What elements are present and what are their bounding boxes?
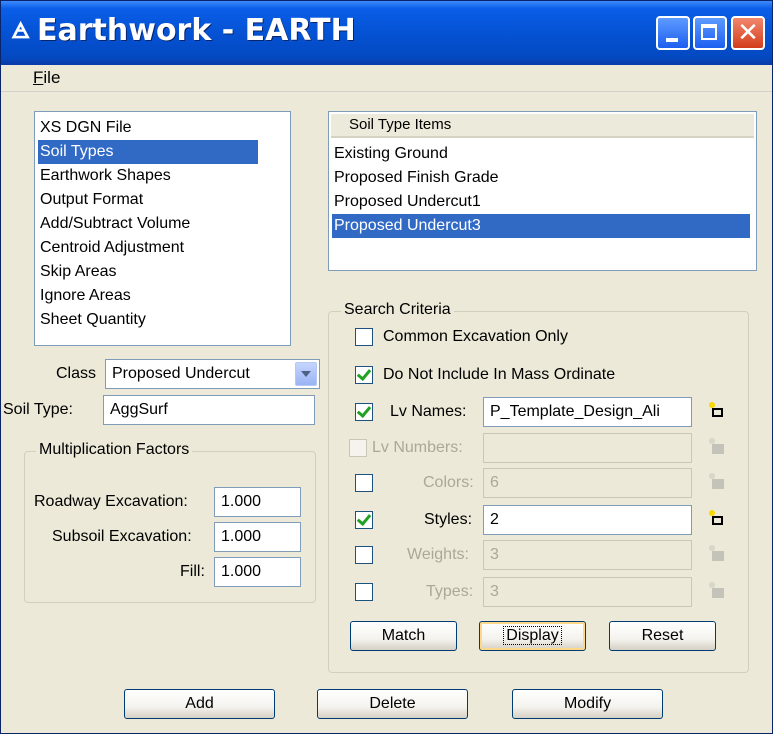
maximize-icon: [701, 24, 717, 40]
roadway-excavation-input[interactable]: 1.000: [214, 487, 301, 517]
minimize-icon: [666, 38, 678, 42]
category-list[interactable]: XS DGN File Soil Types Earthwork Shapes …: [34, 111, 291, 346]
multiplication-factors-title: Multiplication Factors: [36, 441, 193, 459]
fill-input[interactable]: 1.000: [214, 557, 301, 587]
category-item-soil-types[interactable]: Soil Types: [38, 140, 258, 164]
earthwork-window: 🜁 Earthwork - EARTH ✕ File XS DGN File S…: [0, 0, 773, 734]
common-excavation-label: Common Excavation Only: [383, 328, 568, 345]
category-item-add-subtract-volume[interactable]: Add/Subtract Volume: [38, 212, 290, 236]
lv-numbers-pick-icon[interactable]: [709, 438, 727, 456]
colors-pick-icon[interactable]: [709, 473, 727, 491]
modify-button[interactable]: Modify: [512, 689, 663, 719]
menu-file-mnemonic: F: [33, 68, 44, 87]
app-icon: 🜁: [11, 19, 31, 44]
title-bar[interactable]: 🜁 Earthwork - EARTH ✕: [1, 1, 772, 65]
roadway-excavation-label: Roadway Excavation:: [34, 493, 188, 510]
soil-type-items-list[interactable]: Soil Type Items Existing Ground Proposed…: [328, 111, 757, 271]
category-item-centroid-adjustment[interactable]: Centroid Adjustment: [38, 236, 290, 260]
delete-button[interactable]: Delete: [317, 689, 468, 719]
weights-checkbox[interactable]: [355, 546, 373, 564]
types-checkbox[interactable]: [355, 583, 373, 601]
category-item-earthwork-shapes[interactable]: Earthwork Shapes: [38, 164, 290, 188]
styles-label: Styles:: [424, 511, 473, 528]
subsoil-excavation-label: Subsoil Excavation:: [52, 528, 192, 545]
reset-button[interactable]: Reset: [609, 621, 716, 651]
styles-checkbox[interactable]: [355, 511, 373, 529]
display-button-label: Display: [503, 626, 562, 645]
colors-input[interactable]: 6: [483, 468, 692, 498]
soil-item-proposed-undercut3[interactable]: Proposed Undercut3: [332, 214, 750, 238]
chevron-down-icon[interactable]: [295, 362, 317, 386]
styles-input[interactable]: 2: [483, 505, 692, 535]
soil-item-proposed-finish-grade[interactable]: Proposed Finish Grade: [332, 166, 754, 190]
match-button[interactable]: Match: [350, 621, 457, 651]
colors-label: Colors:: [423, 474, 474, 491]
weights-input[interactable]: 3: [483, 540, 692, 570]
category-item-ignore-areas[interactable]: Ignore Areas: [38, 284, 290, 308]
class-label: Class: [56, 365, 97, 382]
soil-type-items-header[interactable]: Soil Type Items: [331, 114, 754, 138]
category-item-output-format[interactable]: Output Format: [38, 188, 290, 212]
minimize-button[interactable]: [656, 16, 690, 50]
mass-ordinate-label: Do Not Include In Mass Ordinate: [383, 366, 616, 383]
class-select[interactable]: Proposed Undercut: [105, 359, 320, 389]
types-pick-icon[interactable]: [709, 582, 727, 600]
maximize-button[interactable]: [693, 16, 727, 50]
menu-file[interactable]: File: [33, 68, 60, 88]
fill-label: Fill:: [180, 563, 205, 580]
soil-item-proposed-undercut1[interactable]: Proposed Undercut1: [332, 190, 754, 214]
subsoil-excavation-input[interactable]: 1.000: [214, 522, 301, 552]
soil-type-label: Soil Type:: [3, 401, 73, 418]
category-item-xs-dgn-file[interactable]: XS DGN File: [38, 116, 290, 140]
common-excavation-checkbox[interactable]: [355, 328, 373, 346]
display-button[interactable]: Display: [479, 621, 586, 651]
types-label: Types:: [426, 583, 474, 600]
menu-file-label: ile: [43, 68, 61, 87]
types-input[interactable]: 3: [483, 577, 692, 607]
close-icon: ✕: [737, 18, 759, 48]
close-button[interactable]: ✕: [731, 16, 765, 50]
lv-names-input[interactable]: P_Template_Design_Ali: [483, 397, 692, 427]
colors-checkbox[interactable]: [355, 474, 373, 492]
lv-names-checkbox[interactable]: [355, 403, 373, 421]
class-select-value: Proposed Undercut: [112, 365, 250, 382]
styles-pick-icon[interactable]: [709, 510, 727, 528]
category-item-sheet-quantity[interactable]: Sheet Quantity: [38, 308, 290, 332]
add-button[interactable]: Add: [124, 689, 275, 719]
window-title: Earthwork - EARTH: [37, 13, 356, 48]
lv-numbers-label: Lv Numbers:: [372, 439, 463, 456]
mass-ordinate-checkbox[interactable]: [355, 366, 373, 384]
weights-label: Weights:: [407, 546, 469, 563]
lv-numbers-input[interactable]: [483, 433, 692, 463]
soil-type-input[interactable]: AggSurf: [103, 395, 315, 425]
search-criteria-title: Search Criteria: [341, 301, 454, 319]
menu-bar: File: [1, 65, 772, 92]
lv-names-pick-icon[interactable]: [709, 402, 727, 420]
lv-names-label: Lv Names:: [390, 403, 467, 420]
soil-item-existing-ground[interactable]: Existing Ground: [332, 142, 754, 166]
weights-pick-icon[interactable]: [709, 545, 727, 563]
category-item-skip-areas[interactable]: Skip Areas: [38, 260, 290, 284]
lv-numbers-checkbox[interactable]: [349, 439, 367, 457]
